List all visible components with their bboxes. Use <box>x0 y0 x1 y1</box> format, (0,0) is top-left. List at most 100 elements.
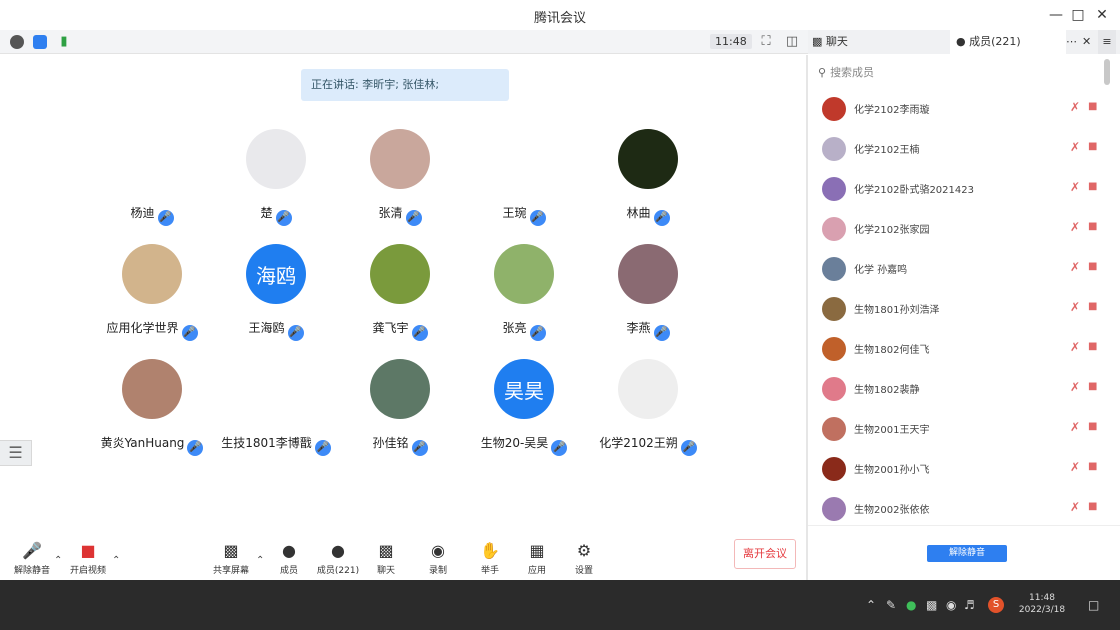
camera-off-icon[interactable]: ■ <box>1088 421 1097 432</box>
camera-off-icon[interactable]: ■ <box>1088 461 1097 472</box>
mic-icon[interactable]: 🎤 <box>529 210 546 226</box>
chat-button[interactable]: ▩ 聊天 <box>356 541 416 579</box>
fullscreen-icon[interactable]: ⛶ <box>758 34 774 50</box>
unmute-all-button[interactable]: 解除静音 <box>927 545 1007 562</box>
taskbar-clock[interactable]: 11:48 2022/3/18 <box>1012 592 1072 616</box>
mic-icon[interactable]: 🎤 <box>287 325 304 341</box>
chevron-up-icon[interactable]: ⌃ <box>866 598 876 612</box>
list-item[interactable]: 化学2102李雨璇 ✗ ■ <box>808 89 1108 129</box>
mic-icon[interactable]: 🎤 <box>529 325 546 341</box>
unmute-button[interactable]: 🎤 解除静音 <box>2 541 62 579</box>
mic-icon[interactable]: 🎤 <box>275 210 292 226</box>
display-icon[interactable]: ▩ <box>926 598 937 612</box>
chevron-up-icon[interactable]: ⌃ <box>112 555 120 566</box>
participant-tile[interactable]: 化学2102王朔 🎤 <box>586 359 710 471</box>
list-item[interactable]: 生物2001王天宇 ✗ ■ <box>808 409 1108 449</box>
camera-off-icon[interactable]: ■ <box>1088 261 1097 272</box>
scrollbar[interactable] <box>1104 59 1110 85</box>
mic-icon[interactable]: 🎤 <box>411 325 428 341</box>
close-icon[interactable]: ✕ <box>1092 5 1112 25</box>
mic-off-icon[interactable]: ✗ <box>1070 460 1080 474</box>
member-search[interactable]: ⚲ 搜索成员 <box>818 61 1098 85</box>
leave-meeting-button[interactable]: 离开会议 <box>734 539 796 569</box>
mic-icon[interactable]: 🎤 <box>653 210 670 226</box>
participant-tile[interactable]: 杨迪 🎤 <box>90 129 214 241</box>
list-item[interactable]: 化学2102张家园 ✗ ■ <box>808 209 1108 249</box>
input-method-icon[interactable]: S <box>988 597 1004 613</box>
mic-icon[interactable]: 🎤 <box>181 325 198 341</box>
search-input[interactable]: 搜索成员 <box>830 66 874 79</box>
list-toggle-icon[interactable]: ☰ <box>0 440 32 466</box>
mic-icon[interactable]: 🎤 <box>653 325 670 341</box>
volume-icon[interactable]: ♬ <box>964 598 975 612</box>
mic-icon[interactable]: 🎤 <box>680 440 697 456</box>
mic-off-icon[interactable]: ✗ <box>1070 420 1080 434</box>
list-item[interactable]: 生物1801孙刘浩泽 ✗ ■ <box>808 289 1108 329</box>
mic-off-icon[interactable]: ✗ <box>1070 260 1080 274</box>
panel-menu-icon[interactable]: ≡ <box>1098 30 1116 54</box>
mic-off-icon[interactable]: ✗ <box>1070 220 1080 234</box>
camera-off-icon[interactable]: ■ <box>1088 341 1097 352</box>
share-screen-button[interactable]: ▩ 共享屏幕 <box>201 541 261 579</box>
avatar: 海鸥 <box>246 244 306 304</box>
participant-tile[interactable]: 昊昊 生物20-吴昊 🎤 <box>462 359 586 471</box>
participant-tile[interactable]: 黄炎YanHuang 🎤 <box>90 359 214 471</box>
list-item[interactable]: 生物1802裴静 ✗ ■ <box>808 369 1108 409</box>
mic-icon[interactable]: 🎤 <box>405 210 422 226</box>
camera-off-icon[interactable]: ■ <box>1088 101 1097 112</box>
participant-tile[interactable]: 林曲 🎤 <box>586 129 710 241</box>
tab-members[interactable]: ● 成员(221) <box>950 30 1066 54</box>
mic-off-icon[interactable]: ✗ <box>1070 340 1080 354</box>
mic-off-icon[interactable]: ✗ <box>1070 100 1080 114</box>
info-icon[interactable] <box>10 35 24 49</box>
avatar <box>494 244 554 304</box>
participant-tile[interactable]: 张亮 🎤 <box>462 244 586 356</box>
notification-icon[interactable]: □ <box>1088 598 1099 612</box>
participant-tile[interactable]: 孙佳铭 🎤 <box>338 359 462 471</box>
maximize-icon[interactable]: □ <box>1068 5 1088 25</box>
list-item[interactable]: 化学 孙嘉鸣 ✗ ■ <box>808 249 1108 289</box>
list-item[interactable]: 化学2102卧式骆2021423 ✗ ■ <box>808 169 1108 209</box>
participant-tile[interactable]: 海鸥 王海鸥 🎤 <box>214 244 338 356</box>
user-icon: ● <box>331 541 345 560</box>
camera-off-icon[interactable]: ■ <box>1088 181 1097 192</box>
wifi-icon[interactable]: ◉ <box>946 598 956 612</box>
participant-tile[interactable]: 应用化学世界 🎤 <box>90 244 214 356</box>
record-button[interactable]: ◉ 录制 <box>408 541 468 579</box>
panel-close-icon[interactable]: ✕ <box>1082 30 1096 54</box>
layout-icon[interactable]: ◫ <box>784 34 800 50</box>
mic-icon[interactable]: 🎤 <box>314 440 331 456</box>
camera-off-icon[interactable]: ■ <box>1088 301 1097 312</box>
list-item[interactable]: 生物2002张依依 ✗ ■ <box>808 489 1108 529</box>
tab-chat[interactable]: ▩ 聊天 <box>812 30 952 54</box>
signal-icon[interactable]: ▮ <box>56 34 72 50</box>
mic-off-icon[interactable]: ✗ <box>1070 180 1080 194</box>
mic-icon[interactable]: 🎤 <box>551 440 568 456</box>
settings-button[interactable]: ⚙ 设置 <box>554 541 614 579</box>
start-video-button[interactable]: ■ 开启视频 <box>58 541 118 579</box>
camera-off-icon[interactable]: ■ <box>1088 141 1097 152</box>
wechat-icon[interactable]: ● <box>906 598 916 612</box>
mic-icon[interactable]: 🎤 <box>411 440 428 456</box>
participant-tile[interactable]: 张清 🎤 <box>338 129 462 241</box>
camera-off-icon[interactable]: ■ <box>1088 501 1097 512</box>
participant-tile[interactable]: 李燕 🎤 <box>586 244 710 356</box>
mic-off-icon[interactable]: ✗ <box>1070 380 1080 394</box>
participant-tile[interactable]: 楚 🎤 <box>214 129 338 241</box>
camera-off-icon[interactable]: ■ <box>1088 381 1097 392</box>
list-item[interactable]: 生物2001孙小飞 ✗ ■ <box>808 449 1108 489</box>
mic-off-icon[interactable]: ✗ <box>1070 140 1080 154</box>
mic-icon[interactable]: 🎤 <box>187 440 204 456</box>
pen-icon[interactable]: ✎ <box>886 598 896 612</box>
list-item[interactable]: 化学2102王楠 ✗ ■ <box>808 129 1108 169</box>
camera-off-icon[interactable]: ■ <box>1088 221 1097 232</box>
mic-off-icon[interactable]: ✗ <box>1070 500 1080 514</box>
minimize-icon[interactable]: — <box>1046 5 1066 25</box>
participant-tile[interactable]: 生技1801李博戬 🎤 <box>214 359 338 471</box>
mic-icon[interactable]: 🎤 <box>157 210 174 226</box>
mic-off-icon[interactable]: ✗ <box>1070 300 1080 314</box>
list-item[interactable]: 生物1802何佳飞 ✗ ■ <box>808 329 1108 369</box>
shield-icon[interactable] <box>33 35 47 49</box>
participant-tile[interactable]: 王琬 🎤 <box>462 129 586 241</box>
participant-tile[interactable]: 龚飞宇 🎤 <box>338 244 462 356</box>
